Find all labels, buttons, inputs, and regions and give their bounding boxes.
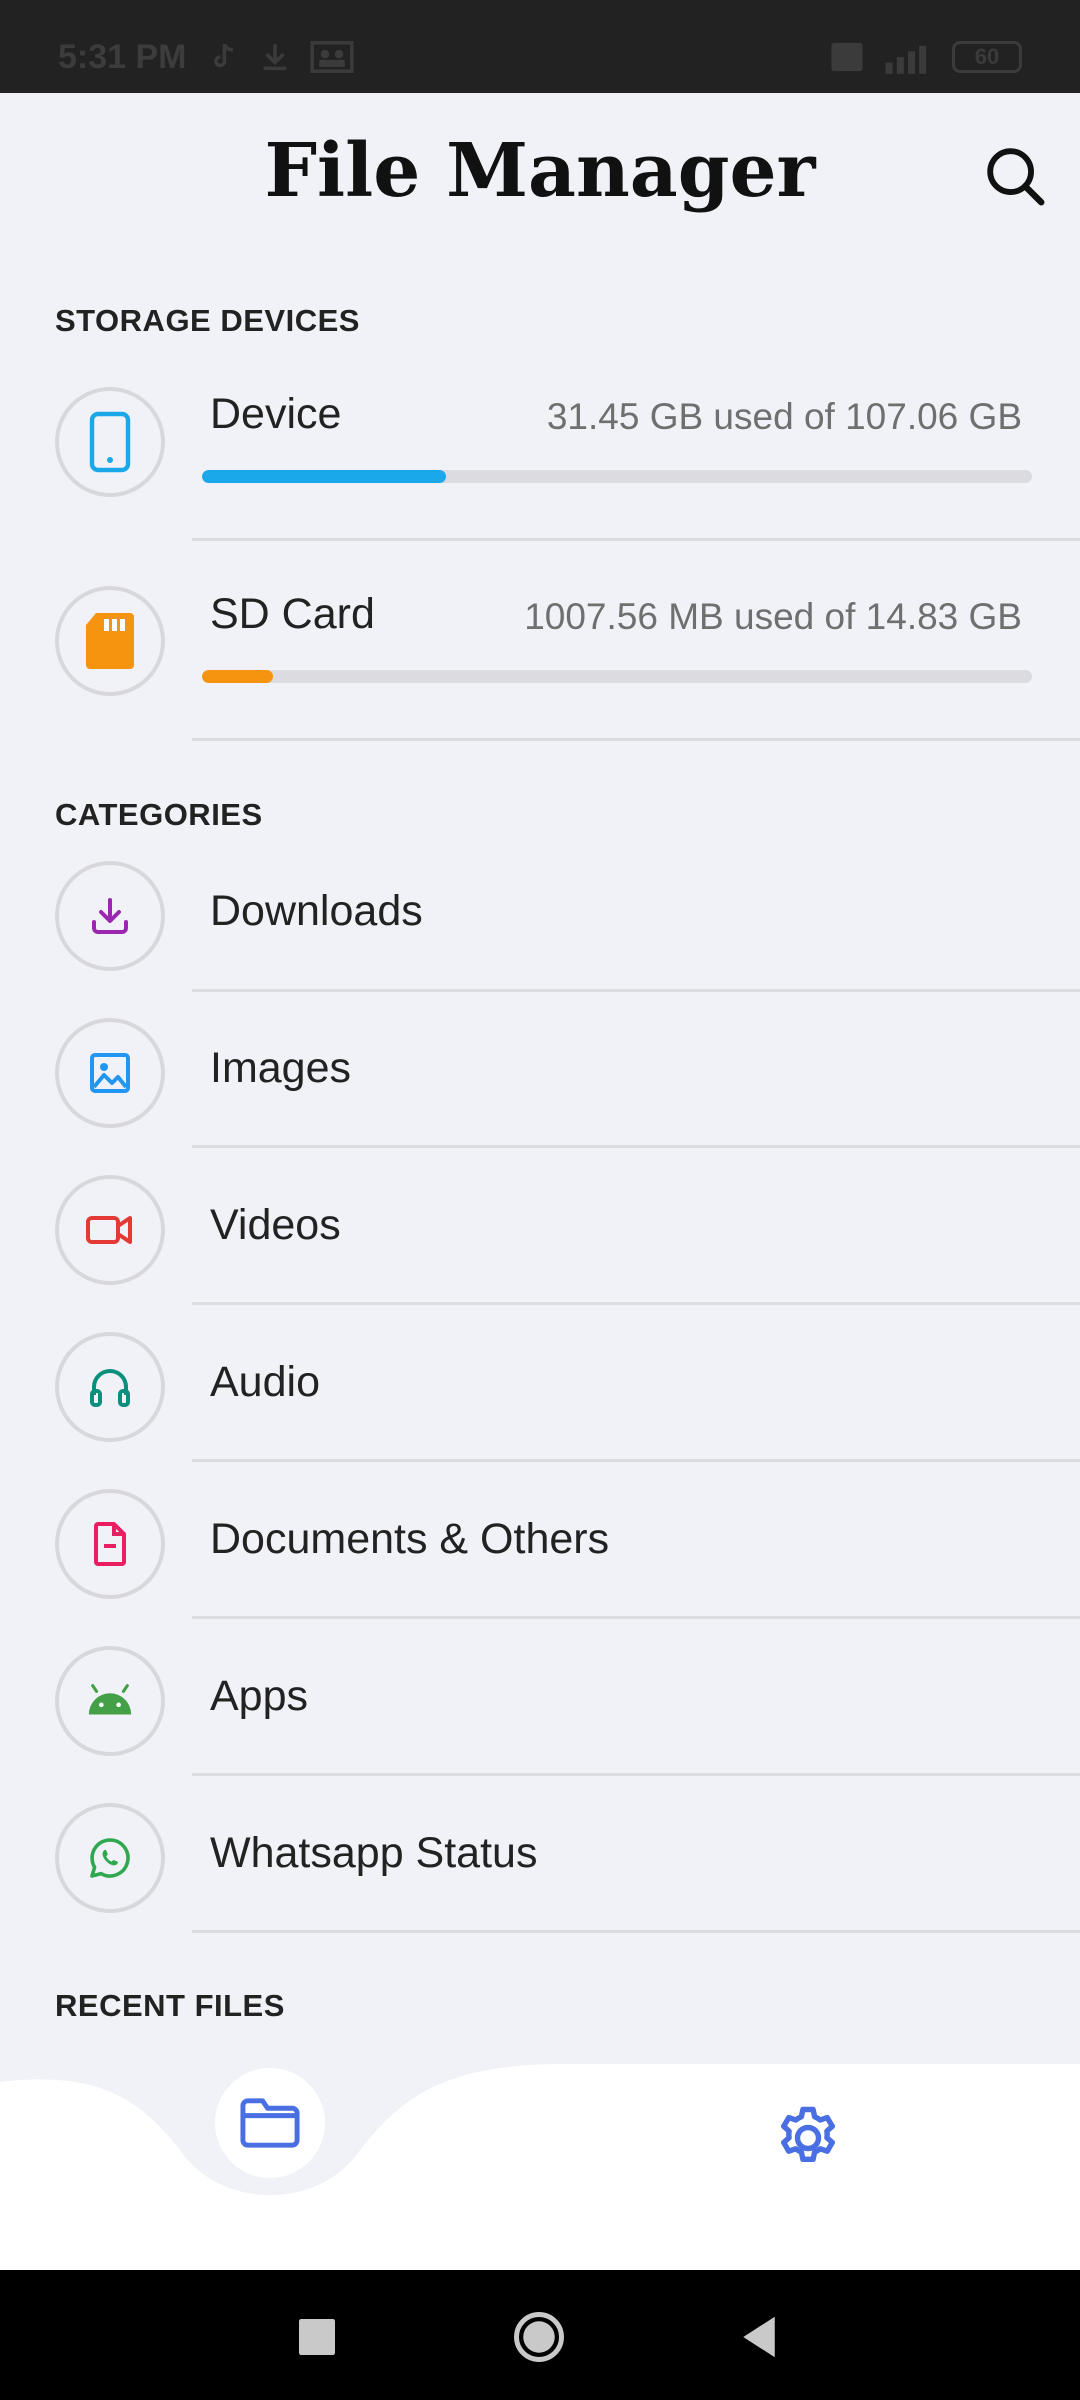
divider — [192, 1145, 1080, 1148]
divider — [192, 1459, 1080, 1462]
page-title: File Manager — [264, 128, 816, 214]
status-time: 5:31 PM — [58, 38, 187, 76]
category-label: Documents & Others — [210, 1515, 610, 1563]
storage-usage: 31.45 GB used of 107.06 GB — [546, 396, 1022, 437]
divider — [192, 738, 1080, 741]
category-label: Images — [210, 1044, 352, 1092]
category-icon-circle — [55, 1018, 165, 1128]
phone-icon — [89, 411, 131, 473]
nav-files-button[interactable] — [215, 2068, 325, 2178]
folder-icon — [240, 2098, 300, 2148]
storage-progress-bar — [202, 670, 1032, 683]
volte-icon — [831, 42, 863, 72]
category-label: Audio — [210, 1358, 320, 1406]
recent-files-section-label: RECENT FILES — [55, 1988, 285, 2023]
storage-icon-circle — [55, 387, 165, 497]
storage-progress-bar — [202, 470, 1032, 483]
signal-icon — [885, 45, 927, 74]
document-icon — [94, 1522, 126, 1566]
tiktok-icon — [214, 43, 233, 68]
bottom-navigation — [0, 2060, 1080, 2270]
bottom-nav-background — [0, 2064, 1080, 2270]
category-item-audio[interactable]: Audio — [0, 1322, 1080, 1462]
categories-section-label: CATEGORIES — [55, 797, 263, 832]
divider — [192, 1773, 1080, 1776]
storage-name: SD Card — [210, 590, 375, 638]
storage-device-row[interactable]: Device 31.45 GB used of 107.06 GB — [0, 370, 1080, 541]
divider — [192, 989, 1080, 992]
status-bar: 5:31 PM 60 — [0, 0, 1080, 93]
category-item-downloads[interactable]: Downloads — [0, 851, 1080, 992]
storage-progress-fill — [202, 670, 273, 683]
storage-progress-fill — [202, 470, 447, 483]
sd-card-icon — [86, 613, 134, 669]
back-icon[interactable] — [732, 2310, 786, 2364]
android-icon — [88, 1684, 132, 1715]
category-icon-circle — [55, 1489, 165, 1599]
headphones-icon — [90, 1369, 130, 1407]
category-item-images[interactable]: Images — [0, 1008, 1080, 1148]
category-label: Downloads — [210, 887, 423, 935]
category-icon-circle — [55, 1175, 165, 1285]
divider — [192, 1616, 1080, 1619]
divider — [192, 1930, 1080, 1933]
category-label: Whatsapp Status — [210, 1829, 538, 1877]
storage-section-label: STORAGE DEVICES — [55, 303, 360, 338]
category-label: Videos — [210, 1201, 341, 1249]
group-icon — [310, 41, 354, 73]
storage-icon-circle — [55, 586, 165, 696]
category-icon-circle — [55, 861, 165, 971]
app-header: File Manager — [0, 93, 1080, 253]
image-icon — [90, 1053, 130, 1093]
category-item-videos[interactable]: Videos — [0, 1165, 1080, 1305]
video-camera-icon — [86, 1216, 132, 1244]
gear-icon[interactable] — [772, 2102, 844, 2174]
divider — [192, 538, 1080, 541]
category-label: Apps — [210, 1672, 309, 1720]
download-icon — [263, 44, 287, 71]
category-icon-circle — [55, 1332, 165, 1442]
category-item-whatsapp-status[interactable]: Whatsapp Status — [0, 1793, 1080, 1933]
category-item-documents[interactable]: Documents & Others — [0, 1479, 1080, 1619]
category-icon-circle — [55, 1646, 165, 1756]
whatsapp-icon — [90, 1838, 130, 1878]
storage-usage: 1007.56 MB used of 14.83 GB — [524, 596, 1022, 637]
divider — [192, 1302, 1080, 1305]
download-icon — [92, 898, 128, 934]
storage-sdcard-row[interactable]: SD Card 1007.56 MB used of 14.83 GB — [0, 570, 1080, 741]
category-item-apps[interactable]: Apps — [0, 1636, 1080, 1776]
home-icon[interactable] — [512, 2310, 566, 2364]
battery-icon: 60 — [952, 41, 1022, 73]
search-icon[interactable] — [980, 141, 1050, 211]
system-navigation-bar — [0, 2270, 1080, 2400]
recents-icon[interactable] — [290, 2310, 344, 2364]
category-icon-circle — [55, 1803, 165, 1913]
storage-name: Device — [210, 390, 342, 438]
